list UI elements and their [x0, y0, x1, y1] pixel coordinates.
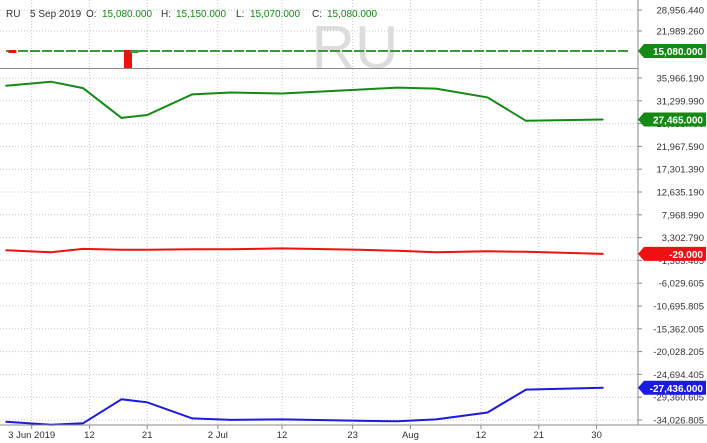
y-tick-label: 7,968.990 [662, 210, 704, 221]
red-series-point [229, 248, 232, 251]
header-high-label: H: [161, 9, 171, 20]
green-series-point [120, 117, 123, 119]
red-series-point [602, 253, 604, 255]
green-series-point [229, 91, 232, 94]
x-tick-label: 12 [476, 430, 487, 441]
blue-series-point [82, 422, 84, 425]
header-close-value: 15,080.000 [327, 9, 377, 20]
header-open-label: O: [86, 9, 97, 20]
price-bar [8, 50, 17, 53]
x-tick-label: 30 [591, 430, 602, 441]
y-tick-label: -6,029.605 [659, 279, 704, 290]
blue-series-point [525, 388, 527, 391]
red-series-point [120, 249, 123, 251]
red-series-point [50, 251, 52, 254]
blue-last-value-label: -27,436.000 [638, 380, 706, 395]
red-series-point [5, 249, 7, 252]
blue-series-point [435, 418, 437, 421]
green-series-point [358, 88, 360, 91]
blue-series-point [281, 418, 283, 421]
blue-last-value-label-text: -27,436.000 [650, 384, 704, 395]
y-tick-label: 3,302.790 [662, 233, 704, 244]
green-last-value-label-text: 27,465.000 [653, 116, 703, 127]
y-tick-label: 35,966.190 [656, 74, 704, 85]
green-series-point [50, 80, 52, 83]
red-series-point [191, 248, 193, 251]
header-high-value: 15,150.000 [176, 9, 226, 20]
header-close-label: C: [312, 9, 322, 20]
header-date: 5 Sep 2019 [30, 9, 82, 20]
x-tick-label: 3 Jun 2019 [8, 430, 55, 441]
blue-series-point [191, 417, 193, 420]
y-tick-label: -24,694.405 [653, 370, 704, 381]
red-series-point [281, 247, 283, 250]
green-series-point [602, 118, 604, 121]
blue-series-point [396, 420, 399, 423]
green-series-point [435, 87, 437, 90]
green-series-point [396, 86, 399, 89]
red-series-point [146, 249, 148, 251]
x-tick-label: 21 [142, 430, 153, 441]
red-series-point [486, 250, 489, 253]
green-series-point [5, 84, 7, 87]
green-last-value-label: 27,465.000 [638, 112, 706, 127]
header-symbol: RU [6, 9, 20, 20]
red-series-point [525, 251, 527, 253]
blue-series-point [120, 398, 123, 401]
price-last-value-label-text: 15,080.000 [653, 47, 703, 58]
green-series-point [146, 114, 148, 116]
x-tick-label: Aug [402, 430, 419, 441]
red-last-value-label: -29.000 [638, 246, 706, 261]
green-series-point [281, 92, 283, 95]
blue-series-point [146, 401, 148, 404]
red-series-point [82, 248, 84, 250]
y-tick-label: 17,301.390 [656, 165, 704, 176]
y-tick-label: 28,956.440 [656, 6, 704, 17]
red-series-point [396, 250, 399, 252]
x-tick-label: 23 [347, 430, 358, 441]
blue-series-point [229, 419, 232, 421]
watermark-symbol: RU [312, 14, 399, 81]
blue-series-point [5, 421, 7, 423]
blue-series-point [602, 387, 604, 389]
red-series-point [435, 251, 437, 254]
price-bar [130, 50, 139, 53]
price-last-value-label: 15,080.000 [638, 44, 706, 58]
header-open-value: 15,080.000 [102, 9, 152, 20]
blue-series-point [486, 411, 489, 414]
ohlc-header: RU 5 Sep 2019 O: 15,080.000 H: 15,150.00… [6, 9, 377, 20]
y-tick-label: 21,989.260 [656, 27, 704, 38]
y-tick-label: 12,635.190 [656, 188, 704, 199]
y-tick-label: -20,028.205 [653, 347, 704, 358]
y-tick-label: -15,362.005 [653, 324, 704, 335]
x-tick-label: 21 [534, 430, 545, 441]
y-tick-label: 31,299.990 [656, 96, 704, 107]
y-tick-label: -34,026.805 [653, 416, 704, 427]
red-last-value-label-text: -29.000 [669, 250, 703, 261]
green-series-point [486, 96, 489, 99]
x-tick-label: 12 [84, 430, 95, 441]
y-tick-label: -10,695.805 [653, 302, 704, 313]
green-series-point [191, 93, 193, 96]
header-low-value: 15,070.000 [250, 9, 300, 20]
green-series-point [82, 87, 84, 89]
header-low-label: L: [236, 9, 244, 20]
y-tick-label: 21,967.590 [656, 142, 704, 153]
red-series-point [358, 249, 360, 251]
x-tick-label: 2 Jul [208, 430, 228, 441]
blue-series-point [358, 420, 360, 422]
green-series-point [525, 120, 527, 122]
x-tick-label: 12 [277, 430, 288, 441]
price-chart[interactable]: RU RU 5 Sep 2019 O: 15,080.000 H: 15,150… [0, 0, 707, 443]
